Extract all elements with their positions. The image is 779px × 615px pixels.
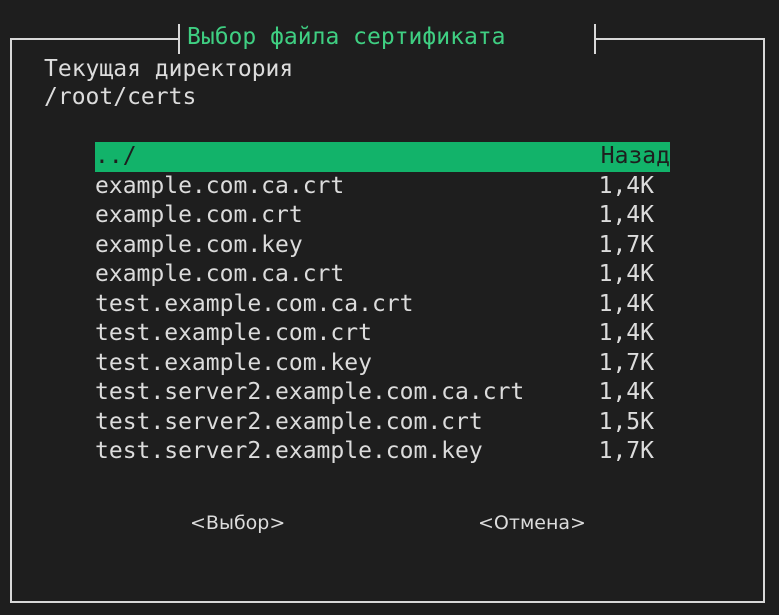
file-name: test.example.com.ca.crt [95, 290, 414, 317]
file-list-item[interactable]: example.com.ca.crt 1,4K [95, 172, 670, 202]
file-list-item[interactable]: test.server2.example.com.crt 1,5K [95, 408, 670, 438]
file-size: 1,4K [598, 172, 654, 199]
terminal-screen: Выбор файла сертификата Текущая директор… [0, 0, 779, 615]
file-list-item[interactable]: test.server2.example.com.key 1,7K [95, 437, 670, 467]
file-name: example.com.key [95, 231, 303, 258]
file-name: example.com.crt [95, 202, 303, 228]
file-name: example.com.ca.crt [95, 261, 345, 287]
file-name: test.server2.example.com.ca.crt [95, 379, 525, 405]
file-name: test.server2.example.com.crt [95, 408, 483, 435]
dialog-title: Выбор файла сертификата [187, 24, 506, 50]
file-name: test.server2.example.com.key [95, 438, 483, 464]
select-button[interactable]: <Выбор> [190, 508, 285, 538]
frame-top-border-left [10, 38, 178, 40]
current-directory-path: /root/certs [44, 84, 197, 110]
file-size: 1,4K [598, 320, 654, 346]
file-size: 1,4K [598, 290, 654, 317]
frame-top-border-right [596, 38, 765, 40]
cancel-button[interactable]: <Отмена> [478, 508, 586, 538]
file-list-item[interactable]: test.server2.example.com.ca.crt 1,4K [95, 378, 670, 408]
file-list-item[interactable]: example.com.key 1,7K [95, 231, 670, 261]
file-size: 1,7K [598, 349, 654, 376]
file-name: ../ [95, 143, 137, 169]
file-name: test.example.com.key [95, 349, 372, 376]
file-list-item[interactable]: test.example.com.ca.crt 1,4K [95, 290, 670, 320]
file-name: test.example.com.crt [95, 320, 372, 346]
current-directory-label: Текущая директория [44, 56, 294, 82]
file-list-item[interactable]: example.com.crt 1,4K [95, 201, 670, 231]
file-list: ../Назад example.com.ca.crt 1,4K example.co… [95, 142, 670, 467]
file-size: 1,7K [598, 438, 654, 464]
file-size: 1,5K [598, 408, 654, 435]
file-size: 1,4K [598, 379, 654, 405]
parent-directory-item[interactable]: ../ Назад [95, 142, 670, 172]
file-size: 1,4K [598, 261, 654, 287]
file-list-item[interactable]: test.example.com.key 1,7K [95, 349, 670, 379]
file-name: example.com.ca.crt [95, 172, 345, 199]
file-list-item[interactable]: test.example.com.crt 1,4K [95, 319, 670, 349]
title-tick-left [178, 24, 180, 54]
file-size: 1,4K [598, 202, 654, 228]
title-tick-right [594, 24, 596, 54]
file-size: 1,7K [598, 231, 654, 258]
file-list-item[interactable]: example.com.ca.crt 1,4K [95, 260, 670, 290]
file-size: Назад [600, 143, 670, 169]
